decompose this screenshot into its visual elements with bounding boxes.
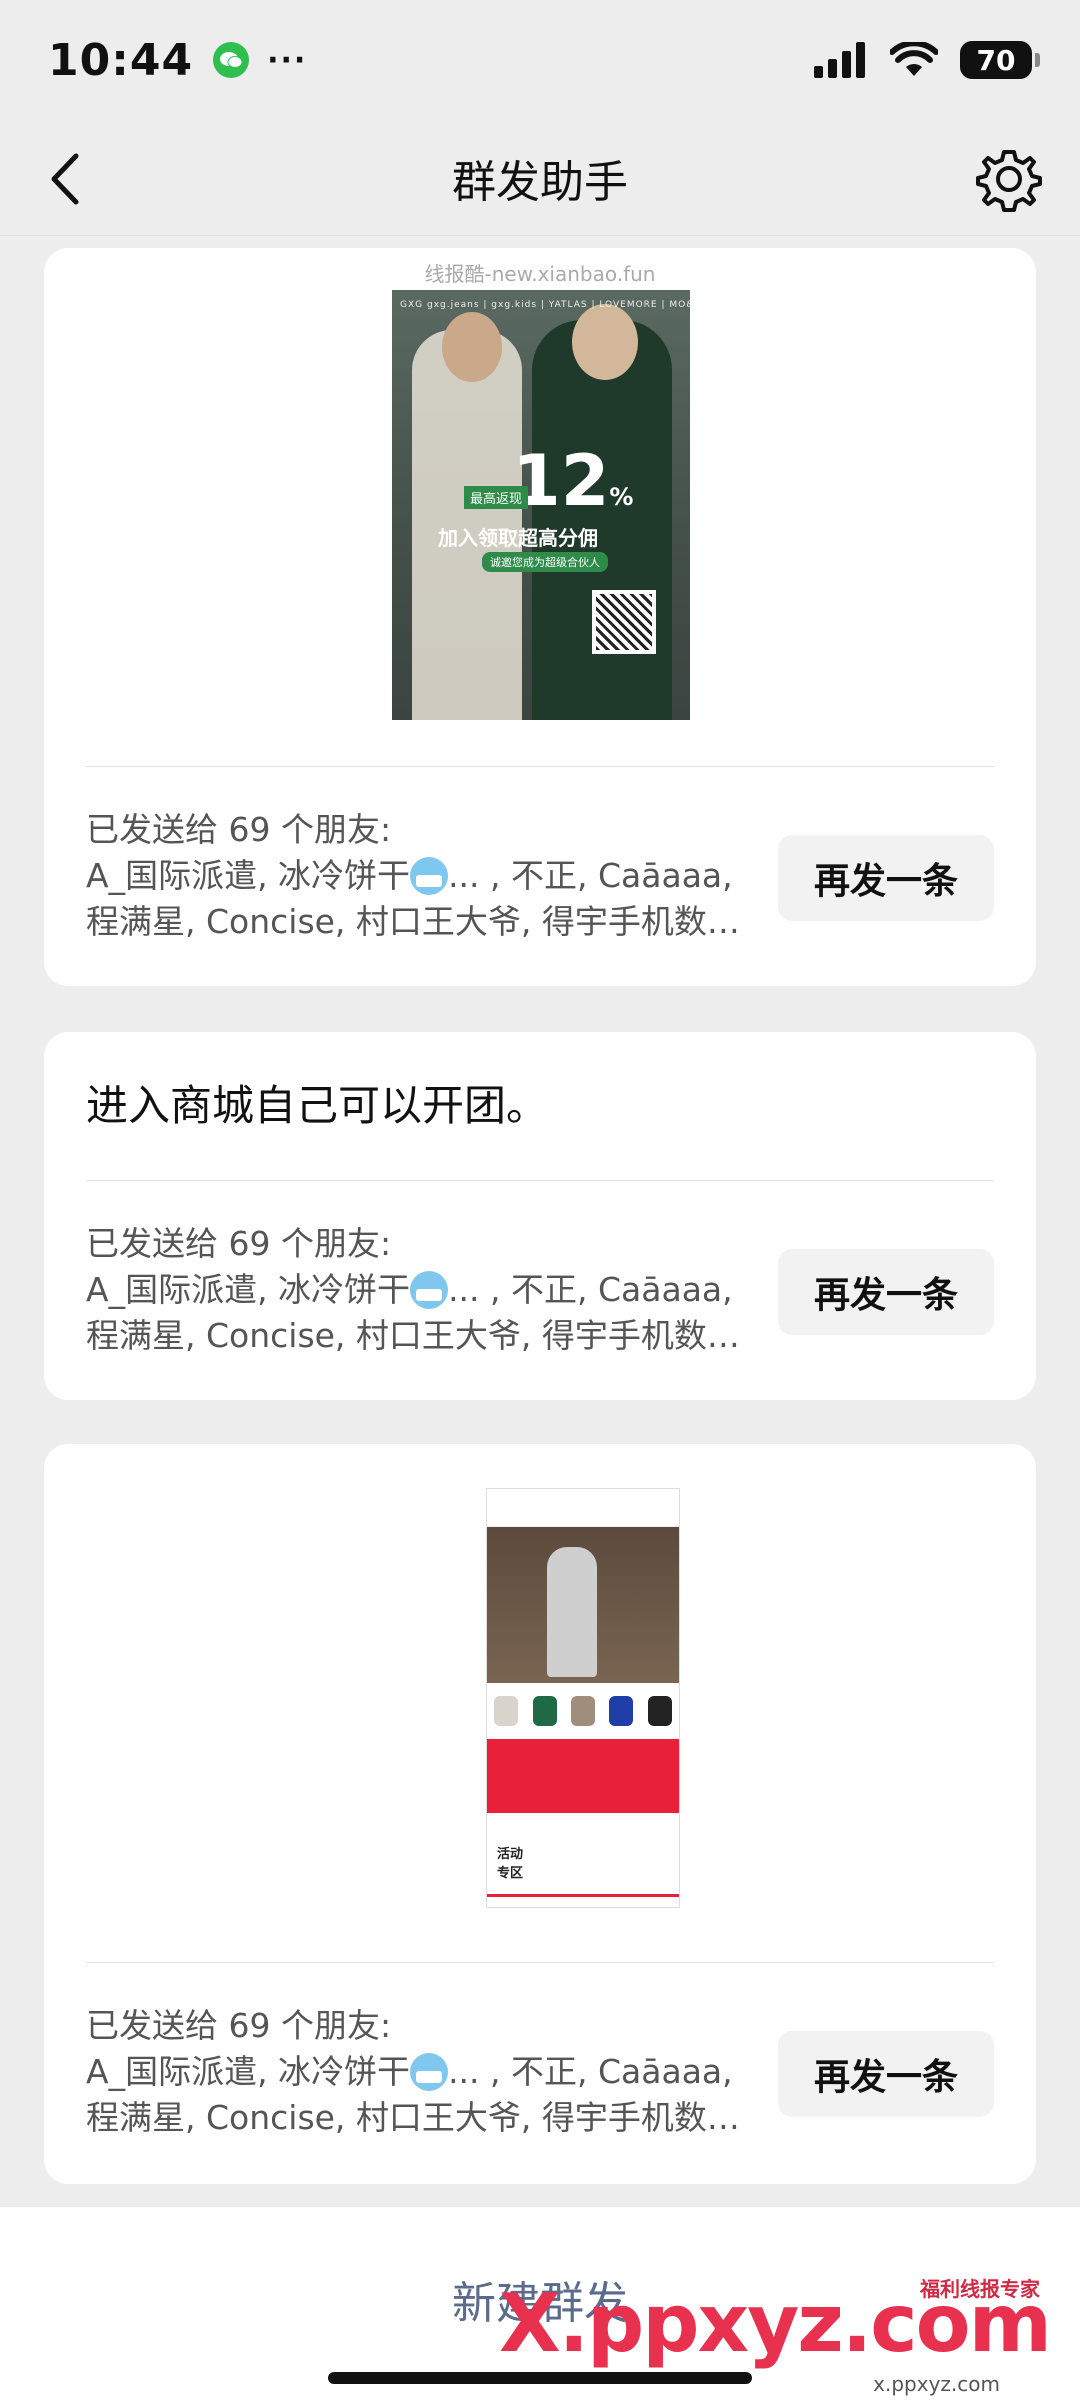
phone-screenshot-image[interactable]: 活动 专区: [486, 1488, 680, 1908]
broadcast-card-1: 线报酷-new.xianbao.fun GXG gxg.jeans | gxg.…: [44, 248, 1036, 986]
card-footer: 已发送给 69 个朋友: A_国际派遣, 冰冷饼干... , 不正, Caāaa…: [86, 766, 994, 962]
broadcast-card-2: 进入商城自己可以开团。 已发送给 69 个朋友: A_国际派遣, 冰冷饼干...…: [44, 1032, 1036, 1400]
mask-face-emoji-icon: [410, 2053, 449, 2091]
screenshot-coupon-banner: [487, 1739, 679, 1813]
screenshot-tab-bar: [487, 1894, 679, 1897]
resend-button[interactable]: 再发一条: [778, 2031, 994, 2117]
watermark-url: x.ppxyz.com: [873, 2372, 1000, 2396]
promo-poster-image[interactable]: GXG gxg.jeans | gxg.kids | YATLAS | LOVE…: [392, 290, 690, 720]
bottom-bar: 新建群发 福利线报专家 X.ppxyz.com x.ppxyz.com: [0, 2206, 1080, 2400]
model-head-left: [442, 312, 502, 382]
watermark-logo: X.ppxyz.com: [498, 2277, 1052, 2370]
resend-button[interactable]: 再发一条: [778, 1249, 994, 1335]
qr-code: [592, 590, 656, 654]
wifi-icon: [890, 42, 938, 76]
sent-recipients: 已发送给 69 个朋友: A_国际派遣, 冰冷饼干... , 不正, Caāaa…: [86, 2006, 746, 2137]
sent-recipients: 已发送给 69 个朋友: A_国际派遣, 冰冷饼干... , 不正, Caāaa…: [86, 1224, 746, 1355]
poster-percent: 12%: [512, 440, 634, 522]
cellular-signal-icon: [814, 42, 865, 78]
battery-indicator: 70: [960, 41, 1040, 79]
nav-bar: 群发助手: [0, 120, 1080, 236]
screenshot-photo: [487, 1527, 679, 1683]
page-title: 群发助手: [452, 156, 628, 208]
screenshot-product-row: [487, 1683, 679, 1739]
wechat-notification-icon: [213, 42, 250, 78]
model-head-right: [572, 304, 638, 380]
image-watermark: 线报酷-new.xianbao.fun: [424, 262, 656, 286]
resend-button[interactable]: 再发一条: [778, 835, 994, 921]
poster-tag: 最高返现: [464, 486, 529, 509]
poster-slogan: 加入领取超高分佣: [438, 526, 598, 550]
screenshot-label: 活动 专区: [497, 1847, 524, 1881]
sent-recipients: 已发送给 69 个朋友: A_国际派遣, 冰冷饼干... , 不正, Caāaa…: [86, 810, 746, 941]
screenshot-bottom: 活动 专区: [487, 1813, 679, 1907]
settings-gear-icon[interactable]: [974, 144, 1044, 214]
card-footer: 已发送给 69 个朋友: A_国际派遣, 冰冷饼干... , 不正, Caāaa…: [86, 1962, 994, 2158]
status-bar: 10:44 ··· 70: [0, 0, 1080, 120]
message-text: 进入商城自己可以开团。: [86, 1081, 549, 1130]
screenshot-header: [487, 1489, 679, 1527]
back-arrow-icon[interactable]: [36, 144, 96, 214]
more-notifications-icon: ···: [267, 42, 308, 78]
poster-subtitle: 诚邀您成为超级合伙人: [482, 552, 608, 572]
broadcast-card-3: 活动 专区 已发送给 69 个朋友: A_国际派遣, 冰冷饼干... , 不正,…: [44, 1444, 1036, 2184]
home-indicator[interactable]: [328, 2372, 752, 2384]
poster-brands: GXG gxg.jeans | gxg.kids | YATLAS | LOVE…: [400, 300, 690, 310]
mask-face-emoji-icon: [410, 1271, 449, 1309]
status-time: 10:44: [48, 34, 194, 86]
mask-face-emoji-icon: [410, 857, 449, 895]
card-footer: 已发送给 69 个朋友: A_国际派遣, 冰冷饼干... , 不正, Caāaa…: [86, 1180, 994, 1376]
